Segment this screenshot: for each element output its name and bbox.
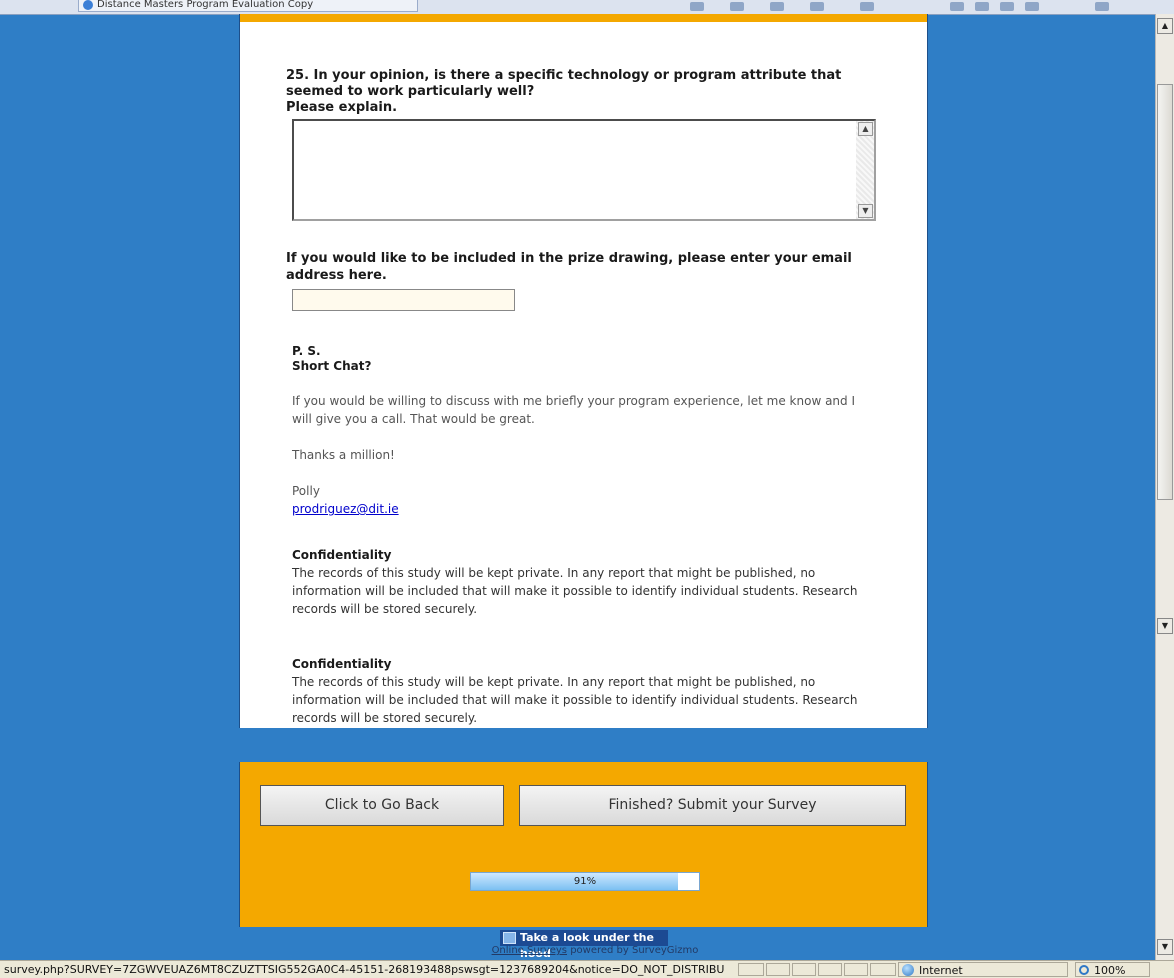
signature-block: Polly prodriguez@dit.ie xyxy=(292,482,872,518)
globe-icon xyxy=(902,964,914,976)
thanks-text: Thanks a million! xyxy=(292,448,395,462)
ps-label: P. S. xyxy=(292,344,321,358)
email-question: If you would like to be included in the … xyxy=(286,251,852,283)
status-cell xyxy=(792,963,816,976)
go-back-button[interactable]: Click to Go Back xyxy=(260,785,504,826)
scroll-down-arrow-icon[interactable]: ▼ xyxy=(1157,618,1173,634)
chat-paragraph: If you would be willing to discuss with … xyxy=(292,394,856,426)
question-25-textarea[interactable]: ▲ ▼ xyxy=(292,119,876,221)
tools-icon[interactable] xyxy=(860,2,874,11)
confidentiality-text: The records of this study will be kept p… xyxy=(292,675,858,725)
email-field[interactable] xyxy=(292,289,515,311)
confidentiality-title: Confidentiality xyxy=(292,548,392,562)
browser-tab[interactable]: Distance Masters Program Evaluation Copy xyxy=(78,0,418,12)
powered-by-line: Online Surveys powered by SurveyGizmo xyxy=(470,945,720,956)
toolbar-icon-c[interactable] xyxy=(1025,2,1039,11)
confidentiality-title: Confidentiality xyxy=(292,657,392,671)
security-zone[interactable]: Internet xyxy=(898,962,1068,977)
question-25-subtext: Please explain. xyxy=(286,100,398,115)
question-25-text: 25. In your opinion, is there a specific… xyxy=(286,68,842,99)
panel-top-border xyxy=(240,14,927,22)
ps-heading: P. S. Short Chat? xyxy=(292,344,371,374)
status-cell xyxy=(844,963,868,976)
status-cell xyxy=(818,963,842,976)
scroll-up-arrow-icon[interactable]: ▲ xyxy=(1157,18,1173,34)
status-bar: survey.php?SURVEY=7ZGWVEUAZ6MT8CZUZTTSIG… xyxy=(0,960,1174,978)
toolbar-icon-b[interactable] xyxy=(1000,2,1014,11)
scroll-up-icon[interactable]: ▲ xyxy=(858,122,873,136)
submit-survey-button[interactable]: Finished? Submit your Survey xyxy=(519,785,906,826)
page-scrollbar[interactable]: ▲ ▼ ▼ xyxy=(1155,14,1174,962)
short-chat-label: Short Chat? xyxy=(292,359,372,373)
feeds-icon[interactable] xyxy=(730,2,744,11)
status-cell xyxy=(738,963,764,976)
online-surveys-link[interactable]: Online Surveys xyxy=(492,945,567,956)
survey-panel: 25. In your opinion, is there a specific… xyxy=(239,14,928,728)
confidentiality-block-2: Confidentiality The records of this stud… xyxy=(292,655,872,727)
signature-name: Polly xyxy=(292,484,320,498)
print-icon[interactable] xyxy=(770,2,784,11)
zoom-icon xyxy=(1079,965,1089,975)
status-cell xyxy=(766,963,790,976)
zone-label: Internet xyxy=(919,964,963,977)
scroll-down-icon[interactable]: ▼ xyxy=(858,204,873,218)
powered-by-text: powered by SurveyGizmo xyxy=(570,945,699,956)
help-icon[interactable] xyxy=(950,2,964,11)
ie-icon xyxy=(83,0,93,10)
confidentiality-block-1: Confidentiality The records of this stud… xyxy=(292,546,872,618)
confidentiality-text: The records of this study will be kept p… xyxy=(292,566,858,616)
page-icon[interactable] xyxy=(810,2,824,11)
navigation-bar: Click to Go Back Finished? Submit your S… xyxy=(239,762,928,927)
email-link[interactable]: prodriguez@dit.ie xyxy=(292,502,399,516)
under-the-hood-badge[interactable]: Take a look under the hood xyxy=(500,930,668,960)
zoom-level: 100% xyxy=(1094,964,1126,977)
zoom-control[interactable]: 100% xyxy=(1075,962,1150,977)
status-url: survey.php?SURVEY=7ZGWVEUAZ6MT8CZUZTTSIG… xyxy=(4,963,725,976)
scroll-bottom-arrow-icon[interactable]: ▼ xyxy=(1157,939,1173,955)
scrollbar-thumb[interactable] xyxy=(1157,84,1173,500)
progress-label: 91% xyxy=(573,876,597,887)
toolbar-icon-a[interactable] xyxy=(975,2,989,11)
browser-tab-title: Distance Masters Program Evaluation Copy xyxy=(97,0,314,10)
browser-tab-strip: Distance Masters Program Evaluation Copy xyxy=(0,0,1174,15)
hood-icon xyxy=(503,932,516,944)
home-icon[interactable] xyxy=(690,2,704,11)
status-cell xyxy=(870,963,896,976)
toolbar-icon-d[interactable] xyxy=(1095,2,1109,11)
progress-bar: 91% xyxy=(470,872,700,891)
